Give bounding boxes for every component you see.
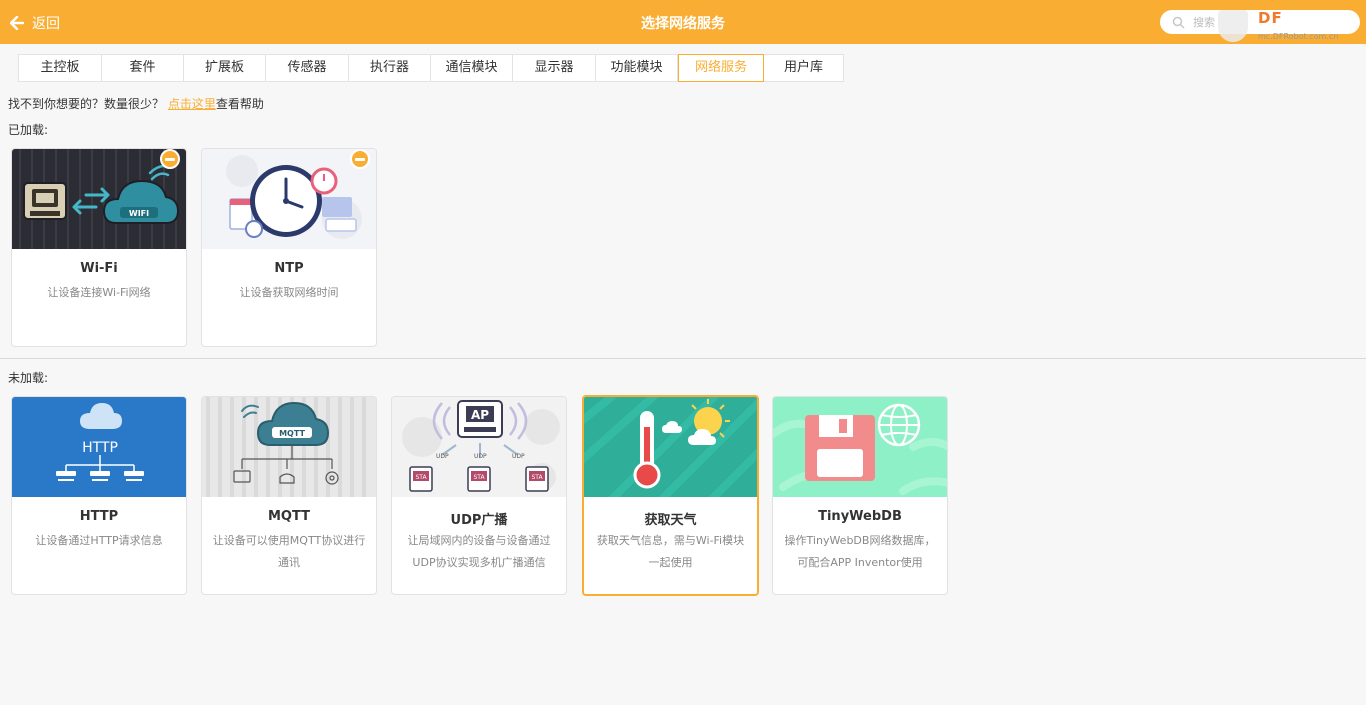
card-tinywebdb[interactable]: TinyWebDB 操作TinyWebDB网络数据库，可配合APP Invent… [772,396,948,595]
udp-label: UDP [436,453,449,460]
udp-label: UDP [474,453,487,460]
card-title: MQTT [267,509,311,524]
card-title: HTTP [79,509,119,524]
card-title: UDP广播 [450,513,508,528]
tab-kit[interactable]: 套件 [102,55,184,81]
category-tabs: 主控板 套件 扩展板 传感器 执行器 通信模块 显示器 功能模块 网络服务 用户… [18,54,844,82]
card-weather[interactable]: 获取天气 获取天气信息，需与Wi-Fi模块一起使用 [582,395,759,596]
help-text: 找不到你想要的？数量很少？ 点击这里查看帮助 [8,95,264,112]
unloaded-section-label: 未加载: [8,371,49,385]
http-image-text: HTTP [82,440,118,456]
wifi-cloud-icon: WIFI [12,149,186,249]
card-title: Wi-Fi [80,261,118,276]
card-description: 让局域网内的设备与设备通过UDP协议实现多机广播通信 [407,534,551,569]
card-wifi[interactable]: WIFI Wi-Fi 让设备连接Wi-Fi网络 [11,148,187,347]
tab-sensor[interactable]: 传感器 [266,55,349,81]
http-network-icon: HTTP [12,397,186,497]
search-icon [1172,16,1185,29]
card-title: NTP [274,261,304,276]
database-globe-icon [773,397,947,497]
tab-expansion-board[interactable]: 扩展板 [184,55,266,81]
card-description: 让设备获取网络时间 [239,286,339,299]
tab-communication[interactable]: 通信模块 [431,55,513,81]
card-title: TinyWebDB [818,509,902,524]
sta-label: STA [473,474,485,481]
tab-main-board[interactable]: 主控板 [19,55,102,81]
watermark: DF mc.DFRobot.com.cn [1218,8,1364,44]
weather-thermometer-icon [584,397,757,497]
help-suffix: 查看帮助 [215,97,264,111]
udp-ap-text: AP [471,408,489,422]
tab-network-service[interactable]: 网络服务 [678,54,764,82]
tab-user-library[interactable]: 用户库 [764,55,843,81]
tab-display[interactable]: 显示器 [513,55,596,81]
sta-label: STA [531,474,543,481]
clock-icon [202,149,376,249]
card-description: 让设备通过HTTP请求信息 [35,534,163,547]
loaded-section-label: 已加载: [8,123,49,137]
mqtt-cloud-icon: MQTT [202,397,376,497]
section-divider [0,358,1366,359]
card-udp-broadcast[interactable]: AP UDP UDP UDP STA STA STA UDP广播 让局域网内的设… [391,396,567,595]
top-bar: 返回 选择网络服务 DF mc.DFRobot.com.cn [0,0,1366,44]
watermark-url: mc.DFRobot.com.cn [1258,32,1339,41]
help-link[interactable]: 点击这里 [168,97,216,111]
udp-label: UDP [512,453,525,460]
card-ntp[interactable]: NTP 让设备获取网络时间 [201,148,377,347]
card-mqtt[interactable]: MQTT MQTT 让设备可以使用MQTT协议进行通讯 [201,396,377,595]
card-title: 获取天气 [644,513,697,528]
tab-function-module[interactable]: 功能模块 [596,55,678,81]
mqtt-image-text: MQTT [279,429,305,438]
watermark-logo: DF [1258,9,1283,27]
tab-actuator[interactable]: 执行器 [349,55,431,81]
remove-icon[interactable] [160,149,180,169]
card-description: 让设备可以使用MQTT协议进行通讯 [212,534,366,569]
remove-icon[interactable] [350,149,370,169]
sta-label: STA [415,474,427,481]
card-description: 操作TinyWebDB网络数据库，可配合APP Inventor使用 [784,534,936,569]
card-description: 获取天气信息，需与Wi-Fi模块一起使用 [596,534,745,569]
watermark-shield-icon [1218,10,1248,42]
help-prefix: 找不到你想要的？数量很少？ [8,97,165,111]
wifi-image-text: WIFI [129,209,149,218]
udp-broadcast-icon: AP UDP UDP UDP STA STA STA [392,397,566,497]
card-description: 让设备连接Wi-Fi网络 [47,286,151,299]
card-http[interactable]: HTTP HTTP 让设备通过HTTP请求信息 [11,396,187,595]
